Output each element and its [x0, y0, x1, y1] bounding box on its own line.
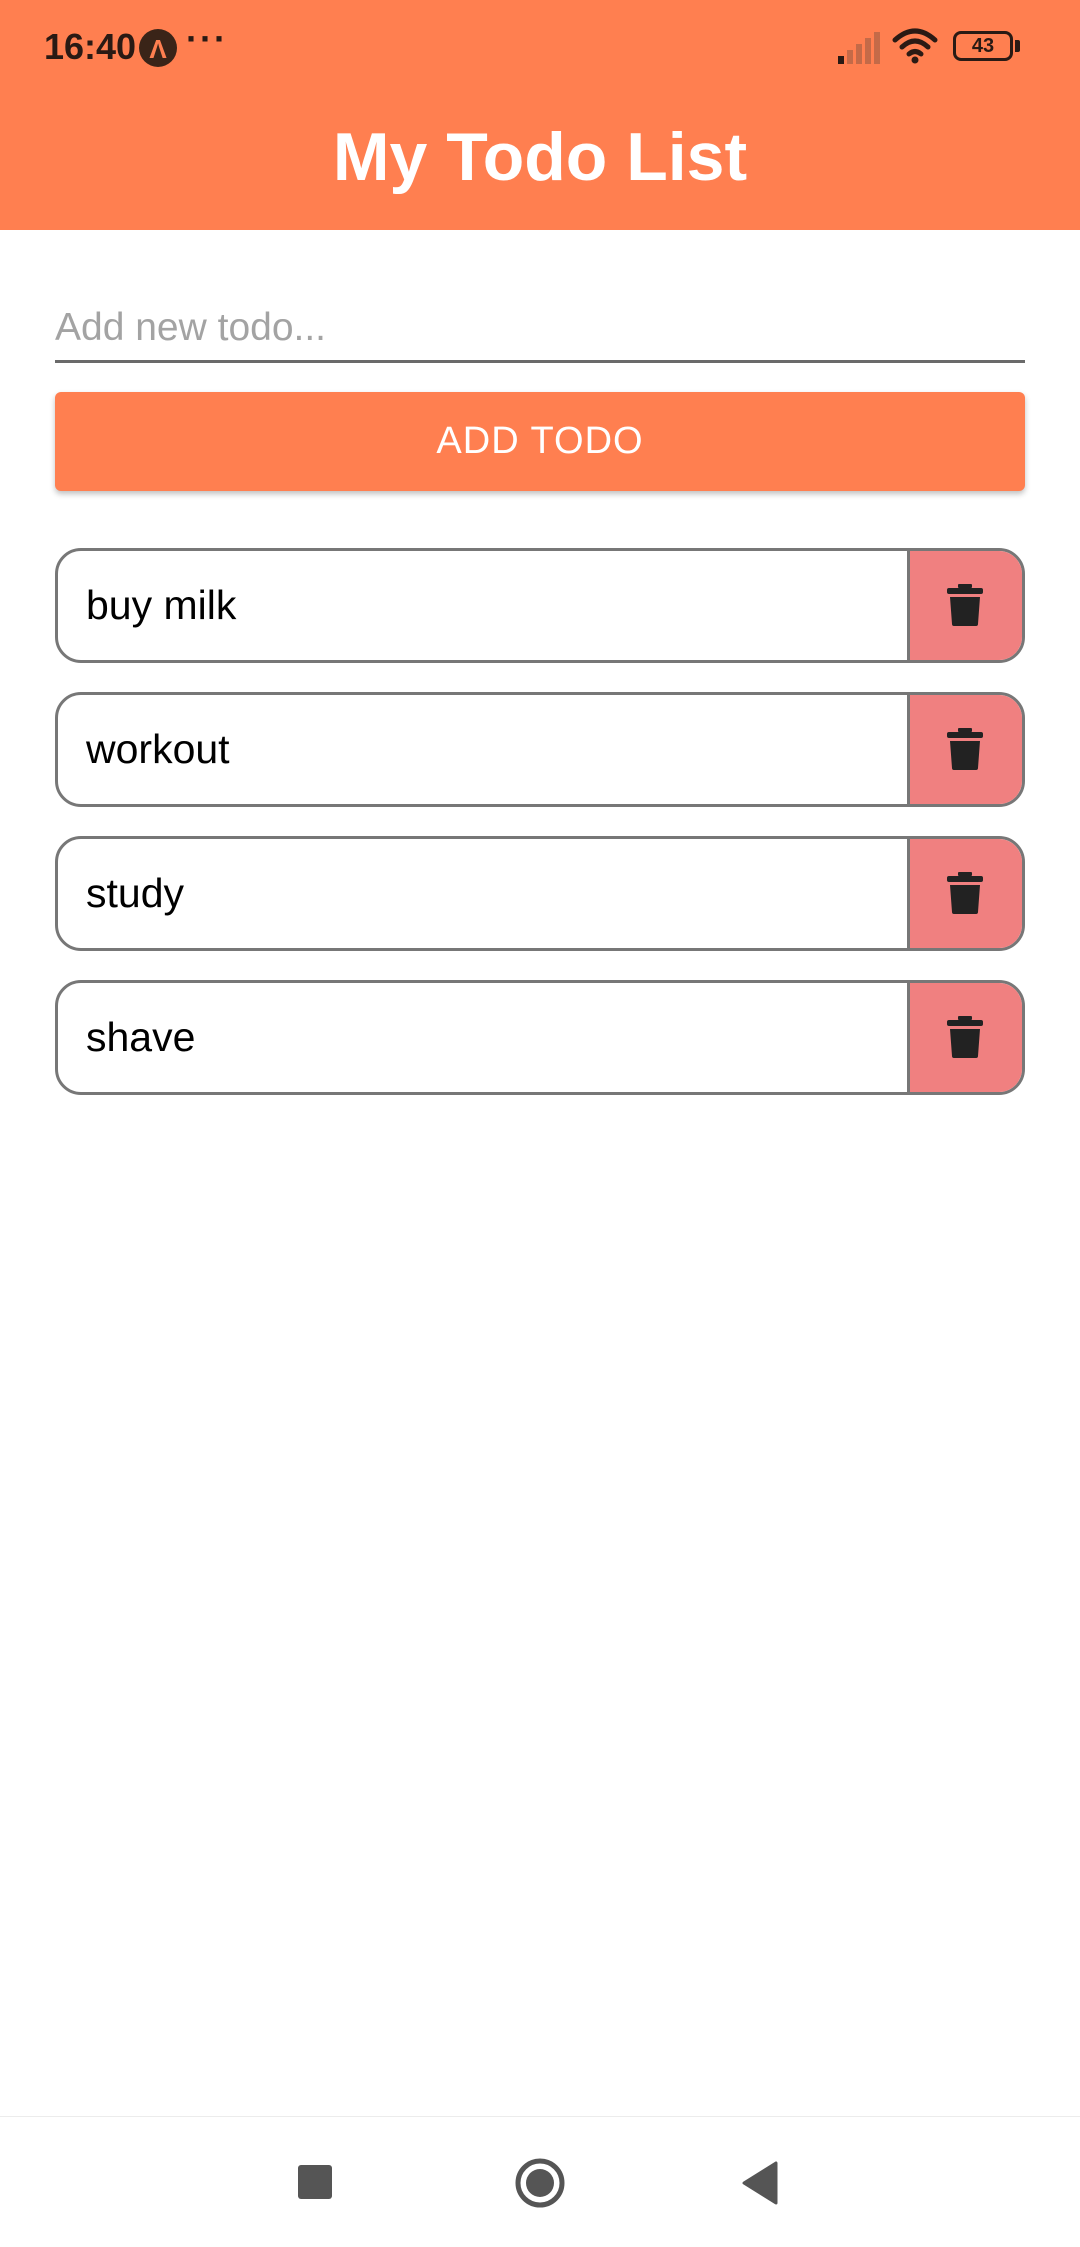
- delete-todo-button[interactable]: [907, 839, 1022, 948]
- recents-icon[interactable]: [298, 2165, 332, 2199]
- battery-icon: 43: [953, 31, 1013, 61]
- delete-todo-button[interactable]: [907, 695, 1022, 804]
- app-notification-icon: Λ: [139, 29, 177, 67]
- trash-icon: [947, 728, 983, 770]
- trash-icon: [947, 1016, 983, 1058]
- trash-icon: [947, 872, 983, 914]
- system-nav-bar: [0, 2116, 1080, 2247]
- todo-text: study: [86, 870, 184, 916]
- more-notifications-icon: ···: [186, 18, 228, 59]
- todo-item[interactable]: workout: [55, 692, 1025, 807]
- todo-list: buy milk workout study shave: [55, 548, 1025, 1124]
- todo-item[interactable]: study: [55, 836, 1025, 951]
- page-title: My Todo List: [332, 119, 748, 195]
- status-bar: 16:40 Λ ··· 43: [0, 0, 1080, 94]
- back-icon[interactable]: [740, 2161, 780, 2205]
- wifi-icon: [892, 28, 938, 64]
- signal-icon: [838, 32, 880, 64]
- home-icon[interactable]: [514, 2157, 566, 2209]
- app-header: 16:40 Λ ··· 43 My Todo List: [0, 0, 1080, 230]
- battery-tip: [1015, 40, 1020, 52]
- todo-item[interactable]: shave: [55, 980, 1025, 1095]
- trash-icon: [947, 584, 983, 626]
- todo-text: shave: [86, 1014, 196, 1060]
- delete-todo-button[interactable]: [907, 983, 1022, 1092]
- todo-item[interactable]: buy milk: [55, 548, 1025, 663]
- add-todo-button[interactable]: ADD TODO: [55, 392, 1025, 491]
- status-time: 16:40: [44, 26, 137, 67]
- new-todo-input[interactable]: [55, 295, 1025, 363]
- todo-text: workout: [86, 726, 230, 772]
- delete-todo-button[interactable]: [907, 551, 1022, 660]
- todo-text: buy milk: [86, 582, 237, 628]
